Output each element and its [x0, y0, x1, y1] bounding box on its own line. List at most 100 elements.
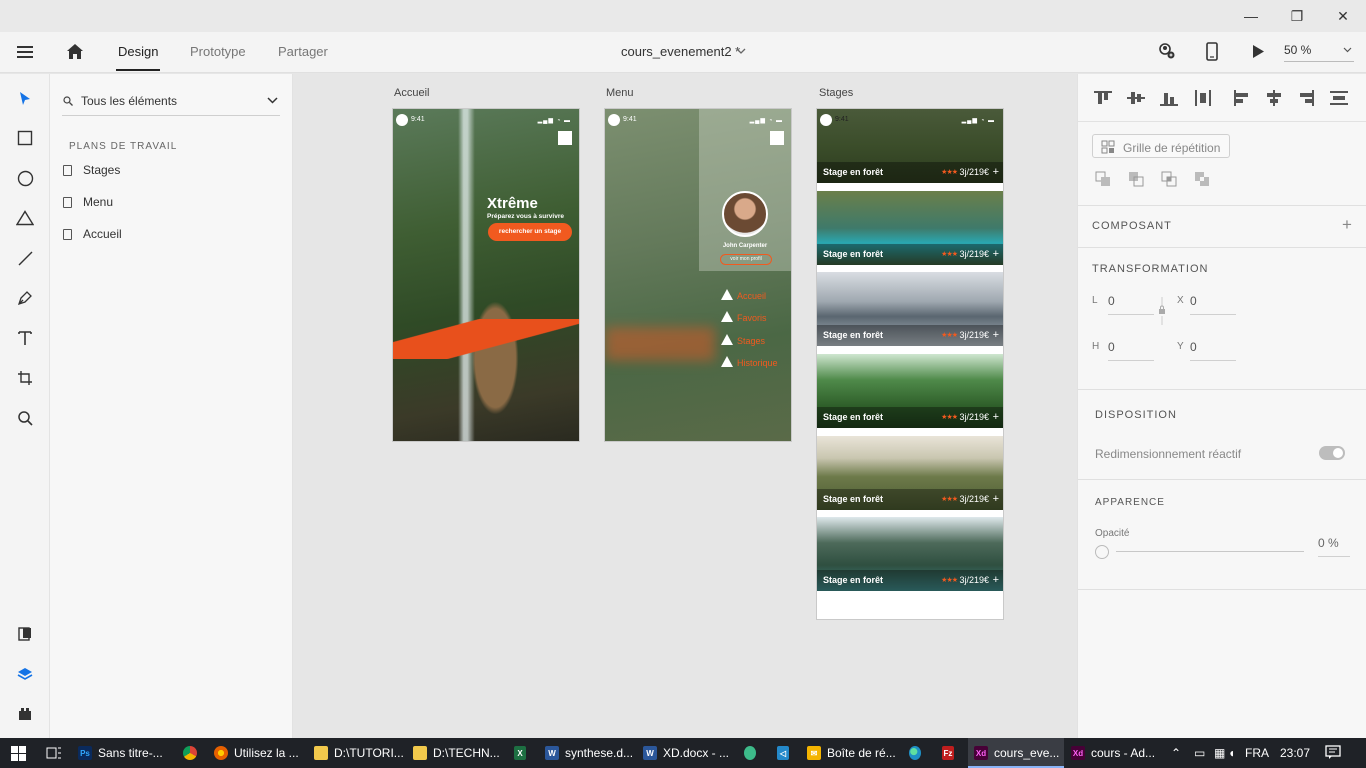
taskbar-app-word-2[interactable]: W XD.docx - ... — [643, 738, 733, 768]
stage-card[interactable]: Stage en forêt ★★★ 3j/219€ + — [817, 272, 1003, 346]
zoom-tool[interactable] — [12, 405, 38, 431]
artboard-accueil[interactable]: 9:41 ▂▄▆ ◔ ▬ Xtrême Préparez vous à surv… — [392, 108, 580, 442]
share-user-icon[interactable] — [1157, 42, 1175, 60]
taskbar-app-explorer-1[interactable]: D:\TUTORI... — [314, 738, 408, 768]
minimize-button[interactable]: — — [1228, 0, 1274, 32]
tray-network-icon[interactable]: ▦ — [1214, 746, 1225, 760]
task-view-icon[interactable] — [46, 746, 62, 760]
boolean-subtract-icon[interactable] — [1128, 171, 1144, 187]
menu-square-icon[interactable] — [558, 131, 572, 145]
document-title[interactable]: cours_evenement2 * — [621, 44, 740, 59]
taskbar-app-chrome[interactable] — [183, 738, 203, 768]
menu-item-historique[interactable]: Historique — [721, 356, 778, 368]
height-input[interactable]: 0 — [1108, 340, 1154, 361]
plugins-panel-button[interactable] — [12, 701, 38, 727]
menu-square-icon[interactable] — [770, 131, 784, 145]
hamburger-menu-icon[interactable] — [17, 46, 33, 58]
line-tool[interactable] — [12, 245, 38, 271]
opacity-slider-track[interactable] — [1116, 551, 1304, 552]
taskbar-app-photoshop[interactable]: Ps Sans titre-... — [78, 738, 176, 768]
artboard-title-stages[interactable]: Stages — [819, 87, 853, 99]
zoom-select[interactable]: 50 % — [1284, 43, 1354, 62]
add-icon[interactable]: + — [993, 329, 999, 341]
layers-filter[interactable]: Tous les éléments — [62, 88, 280, 116]
add-icon[interactable]: + — [993, 493, 999, 505]
artboard-tool[interactable] — [12, 365, 38, 391]
taskbar-app-vscode[interactable]: ◁ — [777, 738, 795, 768]
design-canvas[interactable]: Accueil 9:41 ▂▄▆ ◔ ▬ Xtrême Préparez vou… — [293, 74, 1077, 738]
tab-share[interactable]: Partager — [278, 44, 328, 59]
view-profile-button[interactable]: voir mon profil — [720, 254, 772, 265]
rectangle-tool[interactable] — [12, 125, 38, 151]
x-input[interactable]: 0 — [1190, 294, 1236, 315]
add-component-icon[interactable]: + — [1342, 215, 1352, 235]
stage-card[interactable]: Stage en forêt ★★★ 3j/219€ + — [817, 517, 1003, 591]
tray-language[interactable]: FRA — [1245, 746, 1269, 760]
stage-card[interactable]: Stage en forêt ★★★ 3j/219€ + — [817, 436, 1003, 510]
taskbar-app-explorer-2[interactable]: D:\TECHN... — [413, 738, 503, 768]
menu-item-stages[interactable]: Stages — [721, 334, 765, 346]
tray-device-icon[interactable]: ▭ — [1194, 746, 1205, 760]
notifications-icon[interactable] — [1325, 745, 1341, 760]
search-stage-button[interactable]: rechercher un stage — [488, 223, 572, 241]
align-bottom-icon[interactable] — [1160, 90, 1178, 106]
play-icon[interactable] — [1252, 44, 1265, 59]
layer-item-accueil[interactable]: Accueil — [62, 225, 282, 245]
tray-clock[interactable]: 23:07 — [1280, 746, 1310, 760]
artboard-menu[interactable]: 9:41 ▂▄▆ ◔ ▬ John Carpenter voir mon pro… — [604, 108, 792, 442]
responsive-resize-toggle[interactable] — [1319, 446, 1345, 460]
home-icon[interactable] — [66, 43, 84, 60]
mobile-preview-icon[interactable] — [1206, 42, 1218, 61]
repeat-grid-button[interactable]: Grille de répétition — [1092, 134, 1230, 158]
artboard-stages[interactable]: Stage en forêt ★★★ 3j/219€ + Stage en fo… — [816, 108, 1004, 620]
align-left-icon[interactable] — [1233, 90, 1251, 106]
layers-panel-button[interactable] — [12, 661, 38, 687]
add-icon[interactable]: + — [993, 411, 999, 423]
taskbar-app-firefox[interactable]: Utilisez la ... — [214, 738, 306, 768]
text-tool[interactable] — [12, 325, 38, 351]
layer-item-stages[interactable]: Stages — [62, 161, 282, 181]
taskbar-app-edge[interactable] — [909, 738, 927, 768]
align-right-icon[interactable] — [1297, 90, 1315, 106]
tray-volume-icon[interactable]: ◖ — [1228, 746, 1235, 760]
tab-design[interactable]: Design — [115, 44, 161, 71]
boolean-exclude-icon[interactable] — [1194, 171, 1210, 187]
ellipse-tool[interactable] — [12, 165, 38, 191]
assets-panel-button[interactable] — [12, 621, 38, 647]
artboard-title-menu[interactable]: Menu — [606, 87, 634, 99]
align-middle-icon[interactable] — [1127, 90, 1145, 106]
y-input[interactable]: 0 — [1190, 340, 1236, 361]
taskbar-app-word-1[interactable]: Wsynthese.d... — [545, 738, 637, 768]
chevron-down-icon[interactable] — [736, 48, 746, 55]
polygon-tool[interactable] — [12, 205, 38, 231]
stage-card[interactable]: Stage en forêt ★★★ 3j/219€ + — [817, 191, 1003, 265]
tray-chevron-up-icon[interactable]: ⌃ — [1171, 746, 1181, 760]
add-icon[interactable]: + — [993, 574, 999, 586]
tab-prototype[interactable]: Prototype — [190, 44, 246, 59]
taskbar-app-mail[interactable]: ✉ Boîte de ré... — [807, 738, 899, 768]
stage-card[interactable]: Stage en forêt ★★★ 3j/219€ + — [817, 354, 1003, 428]
windows-start-icon[interactable] — [11, 746, 26, 761]
artboard-title-accueil[interactable]: Accueil — [394, 87, 429, 99]
taskbar-app-filezilla[interactable]: Fz — [942, 738, 960, 768]
boolean-intersect-icon[interactable] — [1161, 171, 1177, 187]
taskbar-app-generic[interactable] — [744, 738, 762, 768]
distribute-vertical-icon[interactable] — [1330, 90, 1348, 106]
distribute-horizontal-icon[interactable] — [1194, 90, 1212, 106]
taskbar-app-xd-active[interactable]: Xd cours_eve... — [968, 738, 1064, 768]
menu-item-accueil[interactable]: Accueil — [721, 289, 766, 301]
width-input[interactable]: 0 — [1108, 294, 1154, 315]
menu-item-favoris[interactable]: Favoris — [721, 311, 767, 323]
opacity-slider-handle[interactable] — [1095, 545, 1109, 559]
boolean-add-icon[interactable] — [1095, 171, 1111, 187]
close-button[interactable]: ✕ — [1320, 0, 1366, 32]
opacity-input[interactable]: 0 % — [1318, 536, 1350, 557]
lock-aspect-icon[interactable] — [1158, 296, 1166, 326]
pen-tool[interactable] — [12, 285, 38, 311]
select-tool[interactable] — [12, 86, 38, 112]
align-top-icon[interactable] — [1094, 90, 1112, 106]
taskbar-app-xd[interactable]: Xd cours - Ad... — [1071, 738, 1163, 768]
add-icon[interactable]: + — [993, 248, 999, 260]
taskbar-app-excel[interactable]: X — [514, 738, 532, 768]
maximize-button[interactable]: ❐ — [1274, 0, 1320, 32]
